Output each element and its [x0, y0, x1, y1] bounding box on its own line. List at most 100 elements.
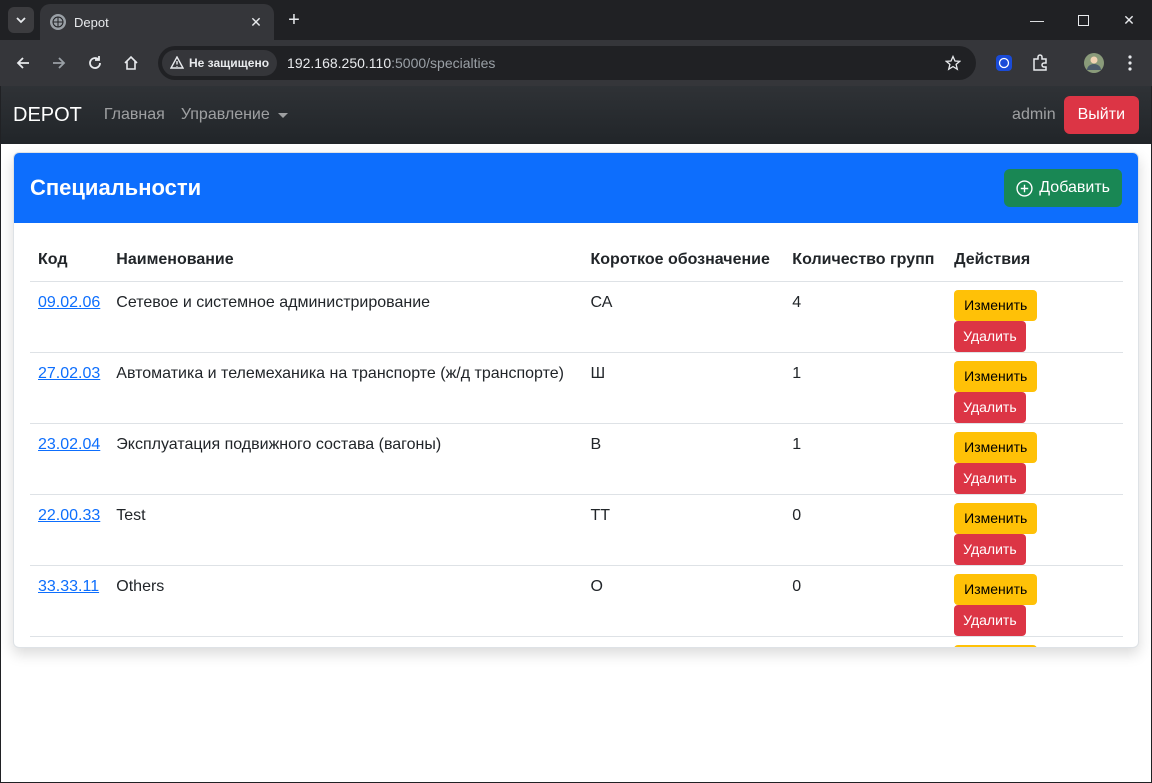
table-row: 22.00.33 Test ТТ 0 Изменить Удалить [30, 494, 1123, 566]
edit-button[interactable]: Изменить [954, 431, 1038, 463]
cell-groups: 1 [784, 352, 947, 424]
cell-name: Test [108, 494, 583, 566]
cell-groups: 0 [784, 636, 947, 647]
address-bar[interactable]: Не защищено 192.168.250.110:5000/special… [158, 46, 976, 80]
extensions-icon[interactable] [1028, 51, 1052, 75]
nav-manage-dropdown[interactable]: Управление [181, 106, 288, 124]
table-row: 22.00.44Test2ТТ0Изменить Удалить [30, 636, 1123, 647]
cell-name: Автоматика и телемеханика на транспорте … [108, 352, 583, 424]
plus-circle-icon [1016, 179, 1033, 197]
specialty-code-link[interactable]: 23.02.04 [38, 436, 100, 453]
table-row: 27.02.03 Автоматика и телемеханика на тра… [30, 352, 1123, 424]
nav-manage-label: Управление [180, 106, 270, 123]
cell-name: Others [108, 565, 583, 637]
arrow-left-icon [16, 57, 29, 69]
delete-button[interactable]: Удалить [954, 391, 1026, 423]
cell-actions: Изменить Удалить [946, 565, 1123, 637]
specialty-code-link[interactable]: 09.02.06 [38, 294, 100, 311]
profile-avatar[interactable] [1082, 51, 1106, 75]
maximize-button[interactable] [1060, 0, 1106, 40]
cell-code: 22.00.44 [30, 636, 109, 647]
header-actions: Действия [946, 239, 1123, 282]
cell-short: ТТ [582, 636, 785, 647]
add-button-label: Добавить [1039, 179, 1110, 196]
minimize-button[interactable]: — [1014, 0, 1060, 40]
cell-short: О [582, 565, 785, 637]
warning-icon [170, 56, 184, 69]
tab-title: Depot [74, 14, 109, 30]
browser-toolbar: Не защищено 192.168.250.110:5000/special… [0, 40, 1152, 86]
cell-actions: Изменить Удалить [946, 636, 1123, 647]
reload-button[interactable] [80, 48, 110, 78]
add-specialty-button[interactable]: Добавить [1004, 169, 1122, 207]
browser-tab[interactable]: Depot ✕ [40, 4, 274, 40]
edit-button[interactable]: Изменить [954, 644, 1038, 647]
logout-button[interactable]: Выйти [1063, 96, 1139, 134]
home-icon [124, 55, 138, 70]
cell-code: 27.02.03 [30, 352, 109, 424]
url-host: 192.168.250.110 [287, 55, 392, 71]
edit-button[interactable]: Изменить [954, 289, 1038, 321]
arrow-right-icon [53, 57, 66, 69]
edit-button[interactable]: Изменить [954, 573, 1038, 605]
home-button[interactable] [116, 48, 146, 78]
url-path: :5000/specialties [391, 55, 496, 71]
app-navbar: DEPOT Главная Управление admin Выйти [1, 86, 1151, 144]
cell-actions: Изменить Удалить [946, 423, 1123, 495]
table-header-row: Код Наименование Короткое обозначение Ко… [30, 239, 1123, 282]
delete-button[interactable]: Удалить [954, 320, 1026, 352]
cell-short: В [582, 423, 785, 495]
cell-code: 33.33.11 [30, 565, 109, 637]
header-code: Код [30, 239, 109, 282]
new-tab-button[interactable]: + [282, 8, 306, 32]
maximize-icon [1077, 14, 1089, 26]
messenger-extension-icon[interactable] [992, 51, 1016, 75]
table-row: 33.33.11 Others О 0 Изменить Удалить [30, 565, 1123, 637]
reload-icon [89, 56, 101, 69]
cell-name: Test2 [108, 636, 583, 647]
brand-link[interactable]: DEPOT [13, 104, 82, 127]
cell-actions: Изменить Удалить [946, 494, 1123, 566]
cell-groups: 0 [784, 565, 947, 637]
close-window-button[interactable]: ✕ [1106, 0, 1152, 40]
page-title: Специальности [30, 175, 202, 200]
security-label: Не защищено [189, 56, 270, 70]
globe-icon [50, 14, 66, 30]
cell-actions: Изменить Удалить [946, 352, 1123, 424]
cell-short: ТТ [582, 494, 785, 566]
header-short: Короткое обозначение [582, 239, 785, 282]
header-name: Наименование [108, 239, 583, 282]
cell-code: 09.02.06 [30, 281, 109, 353]
edit-button[interactable]: Изменить [954, 360, 1038, 392]
cell-groups: 0 [784, 494, 947, 566]
cell-actions: Изменить Удалить [946, 281, 1123, 353]
cell-short: Ш [582, 352, 785, 424]
cell-short: СА [582, 281, 785, 353]
forward-button[interactable] [44, 48, 74, 78]
cell-name: Сетевое и системное администрирование [108, 281, 583, 353]
delete-button[interactable]: Удалить [954, 533, 1026, 565]
specialty-code-link[interactable]: 27.02.03 [38, 365, 100, 382]
browser-menu-icon[interactable] [1118, 51, 1142, 75]
cell-code: 22.00.33 [30, 494, 109, 566]
delete-button[interactable]: Удалить [954, 462, 1026, 494]
bookmark-star-button[interactable] [938, 48, 968, 78]
close-tab-icon[interactable]: ✕ [248, 14, 264, 30]
username-label: admin [1012, 106, 1056, 123]
nav-home-link[interactable]: Главная [104, 106, 165, 124]
delete-button[interactable]: Удалить [954, 604, 1026, 636]
page-viewport: DEPOT Главная Управление admin Выйти Спе… [1, 86, 1151, 782]
tab-search-button[interactable] [8, 7, 34, 33]
cell-groups: 4 [784, 281, 947, 353]
back-button[interactable] [8, 48, 38, 78]
cell-code: 23.02.04 [30, 423, 109, 495]
specialty-code-link[interactable]: 33.33.11 [38, 578, 99, 595]
table-row: 09.02.06 Сетевое и системное администриро… [30, 281, 1123, 353]
edit-button[interactable]: Изменить [954, 502, 1038, 534]
card-header: Специальности Добавить [14, 153, 1138, 223]
url-text: 192.168.250.110:5000/specialties [287, 55, 938, 71]
security-chip[interactable]: Не защищено [162, 50, 278, 76]
table-row: 23.02.04 Эксплуатация подвижного состава … [30, 423, 1123, 495]
specialty-code-link[interactable]: 22.00.33 [38, 507, 100, 524]
cell-groups: 1 [784, 423, 947, 495]
